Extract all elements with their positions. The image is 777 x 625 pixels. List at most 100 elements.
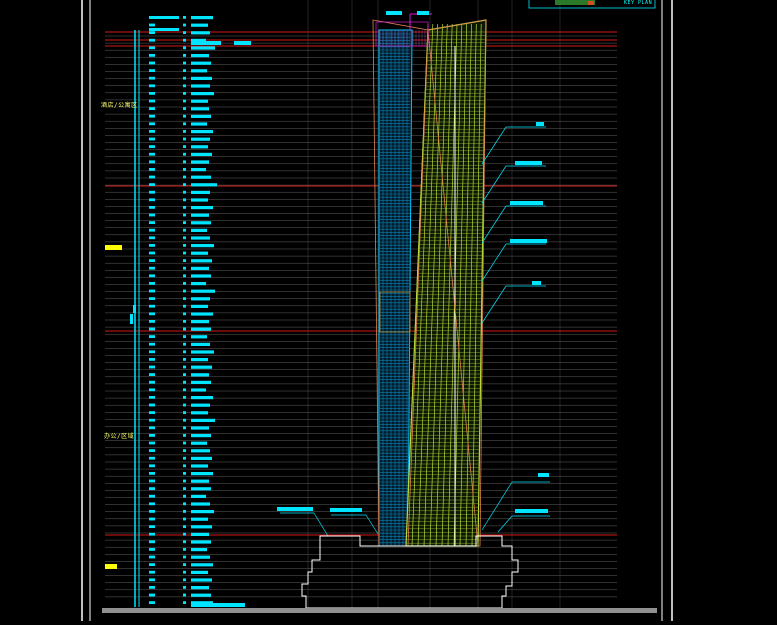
callout-leader <box>481 205 507 244</box>
level-elevation-label <box>191 137 210 141</box>
level-elevation-label <box>191 297 210 301</box>
level-tick-marker <box>149 441 155 445</box>
level-elevation-label <box>191 358 208 362</box>
level-dot-marker <box>183 221 186 224</box>
level-elevation-label-extra <box>234 41 251 45</box>
level-tick-marker <box>149 259 155 262</box>
level-elevation-label <box>191 99 208 103</box>
level-elevation-label <box>191 54 209 58</box>
level-elevation-label <box>191 456 212 460</box>
level-elevation-label <box>191 563 213 567</box>
level-tick-marker <box>149 472 155 475</box>
level-tick-marker <box>149 502 155 506</box>
cad-viewport[interactable]: 酒店/公寓区 办公/区域 KEY PLAN <box>0 0 777 621</box>
level-tick-marker <box>149 548 155 551</box>
level-tick-marker <box>149 168 155 171</box>
level-tick-marker <box>149 532 155 536</box>
level-dot-marker <box>183 259 186 262</box>
level-dot-marker <box>183 206 186 209</box>
level-elevation-label <box>191 449 210 453</box>
level-elevation-label <box>191 525 212 529</box>
callout-label <box>510 201 543 205</box>
level-dot-marker <box>183 525 186 528</box>
level-elevation-label <box>191 312 213 316</box>
level-tick-marker <box>149 99 155 103</box>
level-elevation-label <box>191 122 207 126</box>
level-tick-marker <box>149 388 155 392</box>
level-elevation-label <box>191 540 211 544</box>
level-dot-marker <box>183 464 186 468</box>
level-tick-marker <box>149 464 155 468</box>
level-elevation-label <box>191 342 210 346</box>
level-dot-marker <box>183 358 186 361</box>
level-dot-marker <box>183 456 186 460</box>
level-elevation-label <box>191 464 208 468</box>
level-dot-marker <box>183 152 186 156</box>
level-elevation-label <box>191 183 217 187</box>
callout-label <box>330 508 362 512</box>
level-dot-marker <box>183 282 186 285</box>
level-tick-marker <box>149 175 155 179</box>
level-dot-marker <box>183 396 186 399</box>
level-elevation-label <box>191 555 210 559</box>
level-elevation-label <box>191 289 215 293</box>
level-tick-marker <box>149 555 155 559</box>
floor-level-lines <box>105 0 617 608</box>
level-elevation-label <box>191 46 215 50</box>
callout-leader <box>313 512 329 537</box>
level-elevation-label <box>191 190 210 194</box>
dimension-tick-mark <box>130 314 133 324</box>
level-elevation-label <box>191 107 209 111</box>
level-dot-marker <box>183 297 186 300</box>
level-dot-marker <box>183 373 186 376</box>
level-elevation-label <box>191 380 211 384</box>
level-tick-marker <box>149 107 155 110</box>
level-elevation-label <box>191 175 211 179</box>
level-dot-marker <box>183 449 186 452</box>
level-tick-marker <box>149 525 155 528</box>
level-dot-marker <box>183 350 186 354</box>
level-dot-marker <box>183 304 186 308</box>
level-dot-marker <box>183 198 186 202</box>
level-dot-marker <box>183 289 186 293</box>
level-dot-marker <box>183 335 186 338</box>
callout-leader <box>481 243 507 282</box>
crown-label <box>386 11 402 15</box>
level-tick-marker <box>149 206 155 209</box>
level-elevation-label <box>191 365 212 369</box>
callout-leader <box>481 165 507 204</box>
key-plan-label: KEY PLAN <box>624 0 653 6</box>
ground-level-label <box>191 603 245 607</box>
level-tick-marker <box>149 244 155 247</box>
level-tick-marker <box>149 145 155 148</box>
level-dot-marker <box>183 578 186 582</box>
level-tick-marker <box>149 335 155 338</box>
level-dot-marker <box>183 327 186 331</box>
level-tick-marker <box>149 396 155 399</box>
crown-label <box>417 11 429 15</box>
level-tick-marker <box>149 38 155 42</box>
level-tick-marker <box>149 494 155 498</box>
level-dot-marker <box>183 388 186 392</box>
callout-label <box>277 507 313 511</box>
level-tick-marker <box>149 487 155 490</box>
level-elevation-label <box>191 198 208 202</box>
level-tick-marker <box>149 426 155 430</box>
level-dot-marker <box>183 441 186 445</box>
level-elevation-label <box>191 130 213 134</box>
level-elevation-label <box>191 16 213 20</box>
level-elevation-label <box>191 418 215 422</box>
level-elevation-label <box>191 274 211 278</box>
level-dot-marker <box>183 586 186 589</box>
level-tick-marker <box>149 190 155 194</box>
level-tick-marker <box>149 274 155 278</box>
level-tick-marker <box>149 411 155 414</box>
level-dot-marker <box>183 54 186 57</box>
callout-leader <box>497 515 513 533</box>
level-elevation-label <box>191 304 208 308</box>
level-tick-marker <box>149 251 155 255</box>
level-tick-marker <box>149 449 155 452</box>
podium-outline-path <box>301 535 519 609</box>
level-elevation-label <box>191 23 208 27</box>
level-dot-marker <box>183 434 186 437</box>
